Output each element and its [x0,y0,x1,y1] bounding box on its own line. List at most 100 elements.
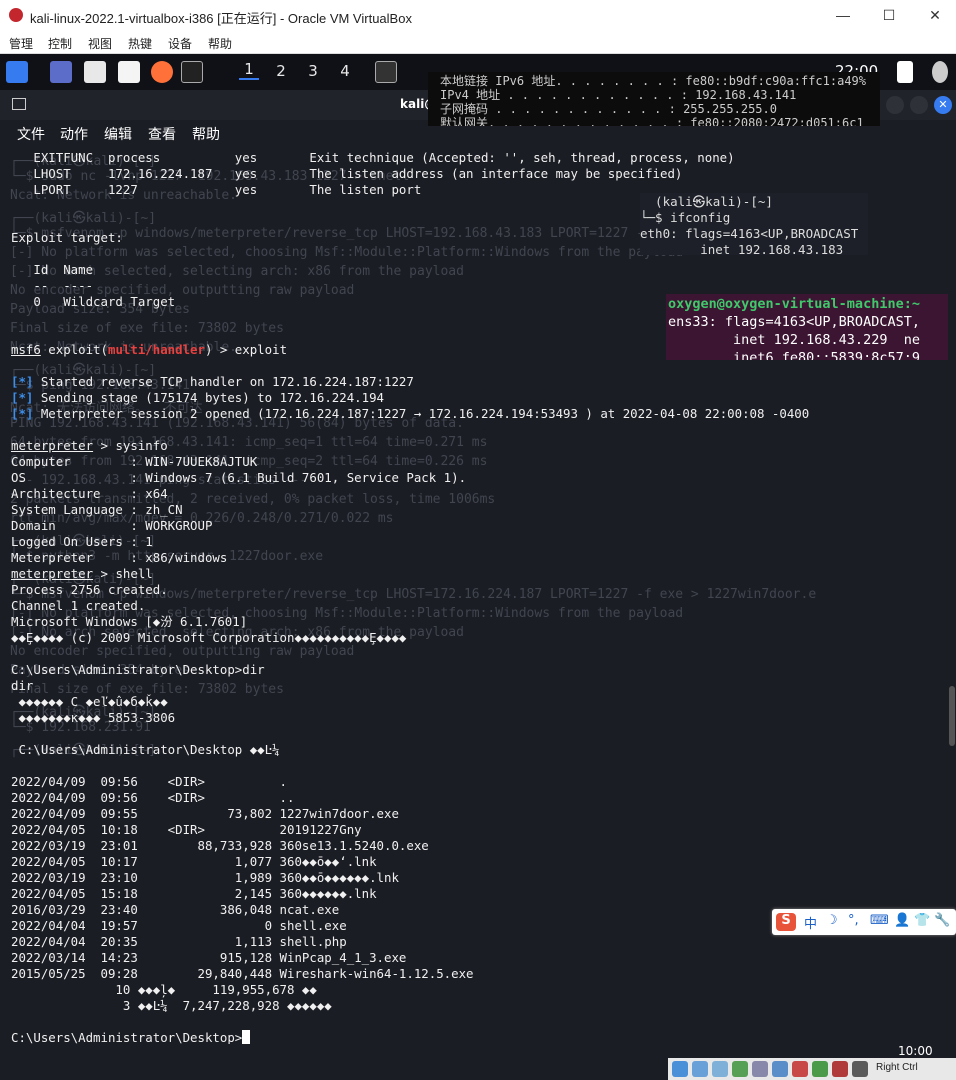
mouse-integration-icon[interactable] [852,1061,868,1077]
terminal-line: [*] Meterpreter session 2 opened (172.16… [11,406,809,422]
keyboard-icon[interactable]: ⌨ [870,913,889,928]
sogou-logo-icon[interactable]: S [776,913,796,931]
term-menu-file[interactable]: 文件 [17,124,45,144]
text-cursor [242,1030,251,1044]
recording-icon[interactable] [812,1061,828,1077]
host-clock: 10:00 [898,1044,933,1058]
term-close-button[interactable]: ✕ [934,96,952,114]
moon-icon[interactable]: ☽ [826,913,838,928]
terminal-line: -- ---- [11,278,809,294]
usb-icon[interactable] [752,1061,768,1077]
settings-wrench-icon[interactable]: 🔧 [934,913,950,928]
workspace-2[interactable]: 2 [271,62,291,80]
lock-icon[interactable] [897,61,913,83]
terminal-task-icon[interactable] [375,61,397,83]
terminal-text: dir [11,678,34,693]
user-icon[interactable]: 👤 [894,913,910,928]
skin-icon[interactable]: 👕 [914,913,930,928]
host-window-title: kali-linux-2022.1-virtualbox-i386 [正在运行]… [30,11,412,26]
hdd-icon[interactable] [672,1061,688,1077]
terminal-line: meterpreter > shell [11,566,809,582]
menu-item-manage[interactable]: 管理 [9,35,33,52]
host-window-titlebar: kali-linux-2022.1-virtualbox-i386 [正在运行]… [0,0,956,31]
terminal-text: exploit( [40,342,108,357]
terminal-line: EXITFUNC process yes Exit technique (Acc… [11,150,809,166]
terminal-line: 2022/03/14 14:23 915,128 WinPcap_4_1_3.e… [11,950,809,966]
ime-toolbar[interactable]: S 中 ☽ °, ⌨ 👤 👕 🔧 [772,909,956,935]
terminal-line: Logged On Users : 1 [11,534,809,550]
menu-item-view[interactable]: 视图 [88,35,112,52]
terminal-line: 2022/04/05 10:18 <DIR> 20191227Gny [11,822,809,838]
menu-item-devices[interactable]: 设备 [168,35,192,52]
terminal-line: System Language : zh_CN [11,502,809,518]
overlay-line: 默认网关. . . . . . . . . . . . . : fe80::20… [440,116,864,126]
term-menu-edit[interactable]: 编辑 [104,124,132,144]
menu-item-help[interactable]: 帮助 [208,35,232,52]
terminal-line: Microsoft Windows [◆汾 6.1.7601] [11,614,809,630]
logout-icon[interactable] [932,61,948,83]
terminal-text: ◆◆Ȩ◆◆◆◆ (c) 2009 Microsoft Corporation◆◆… [11,630,407,645]
terminal-lines: EXITFUNC process yes Exit technique (Acc… [11,150,809,1046]
terminal-line: 10 ◆◆◆ļ◆ 119,955,678 ◆◆ [11,982,809,998]
text-editor-icon[interactable] [118,61,140,83]
term-maximize-button[interactable] [910,96,928,114]
punctuation-icon[interactable]: °, [848,913,859,928]
terminal-line: OS : Windows 7 (6.1 Build 7601, Service … [11,470,809,486]
terminal-line: ◆◆◆◆◆◆◆к◆◆◆ 5853-3806 [11,710,809,726]
minimize-button[interactable]: — [832,4,854,26]
shared-folder-icon[interactable] [772,1061,788,1077]
ime-chinese-mode[interactable]: 中 [804,913,817,932]
terminal-window-icon [12,98,26,110]
terminal-icon[interactable] [181,61,203,83]
terminal-line: Architecture : x64 [11,486,809,502]
overlay-line: (kali㉿kali)-[~] [640,194,773,209]
terminal-text: System Language : zh_CN [11,502,183,517]
close-button[interactable]: ✕ [924,4,946,26]
terminal-text: Exploit target: [11,230,123,245]
terminal-text: OS : Windows 7 (6.1 Build 7601, Service … [11,470,467,485]
term-menu-help[interactable]: 帮助 [192,124,220,144]
kali-ifconfig-overlay: (kali㉿kali)-[~] └─$ ifconfig eth0: flags=4… [640,193,868,255]
scrollbar-thumb[interactable] [949,686,955,746]
file-manager-icon[interactable] [84,61,106,83]
workspace-3[interactable]: 3 [303,62,323,80]
terminal-line: Domain : WORKGROUP [11,518,809,534]
workspace-4[interactable]: 4 [335,62,355,80]
terminal-text: 2022/04/04 20:35 1,113 shell.php [11,934,347,949]
workspace-1[interactable]: 1 [239,60,259,80]
terminal-text: LHOST 172.16.224.187 yes The listen addr… [11,166,683,181]
menu-item-hotkey[interactable]: 热键 [128,35,152,52]
terminal-line: 2022/04/09 09:56 <DIR> . [11,774,809,790]
audio-icon[interactable] [712,1061,728,1077]
optical-icon[interactable] [692,1061,708,1077]
display-icon[interactable] [792,1061,808,1077]
network-icon[interactable] [732,1061,748,1077]
terminal-text: 2022/03/14 14:23 915,128 WinPcap_4_1_3.e… [11,950,407,965]
overlay-line: inet 192.168.43.229 ne [668,332,920,348]
firefox-icon[interactable] [151,61,173,83]
terminal-text: -- ---- [11,278,94,293]
kali-menu-icon[interactable] [6,61,28,83]
cpu-icon[interactable] [832,1061,848,1077]
terminal-text: 2022/04/05 10:17 1,077 360◆◆ō◆◆ʻ.lnk [11,854,377,869]
terminal-line: Id Name [11,262,809,278]
terminal-text: C:\Users\Administrator\Desktop>dir [11,662,265,677]
term-minimize-button[interactable] [886,96,904,114]
menu-item-control[interactable]: 控制 [48,35,72,52]
terminal-text: Started reverse TCP handler on 172.16.22… [33,374,414,389]
overlay-line: ens33: flags=4163<UP,BROADCAST, [668,314,920,330]
term-menu-view[interactable]: 查看 [148,124,176,144]
terminal-line: Meterpreter : x86/windows [11,550,809,566]
terminal-text: Id Name [11,262,94,277]
terminal-text: Microsoft Windows [◆汾 6.1.7601] [11,614,248,629]
terminal-text: Meterpreter : x86/windows [11,550,228,565]
maximize-button[interactable]: ☐ [878,4,900,26]
term-menu-action[interactable]: 动作 [60,124,88,144]
terminal-line: 2022/04/09 09:56 <DIR> .. [11,790,809,806]
terminal-text: meterpreter [11,438,94,453]
ubuntu-ifconfig-overlay: oxygen@oxygen-virtual-machine:~ ens33: fl… [666,294,948,360]
desktop-icon[interactable] [50,61,72,83]
